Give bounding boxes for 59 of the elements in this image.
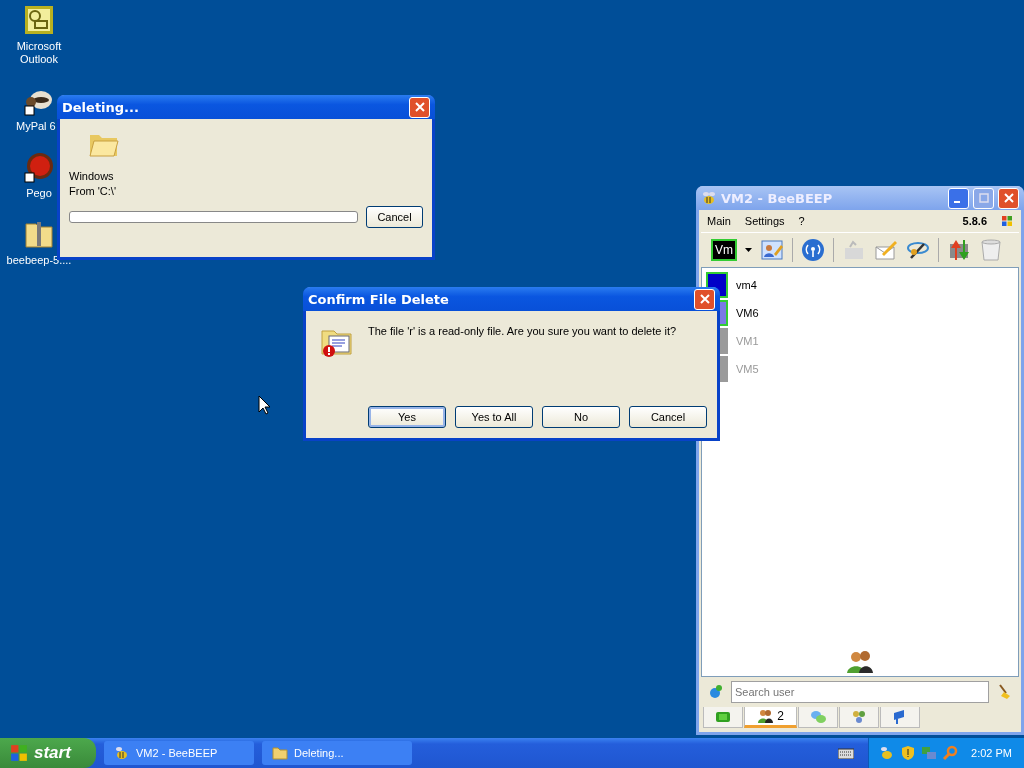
windows-logo-icon: [10, 744, 28, 762]
mouse-pointer-icon: [258, 395, 270, 415]
close-icon: [414, 102, 425, 112]
version-label: 5.8.6: [962, 215, 987, 227]
dialog-button[interactable]: Cancel: [629, 406, 707, 428]
close-icon: [699, 294, 710, 304]
desktop-icon-label: MyPal 6: [15, 120, 56, 133]
maximize-button[interactable]: [973, 187, 994, 209]
confirm-message: The file 'r' is a read-only file. Are you sure you want to delete it?: [368, 325, 677, 337]
close-icon: [1003, 193, 1014, 203]
keyboard-icon[interactable]: [838, 747, 855, 759]
taskbar-button[interactable]: Deleting...: [262, 741, 412, 765]
dialog-button[interactable]: Yes to All: [455, 406, 533, 428]
dropdown-caret-icon[interactable]: [745, 248, 752, 252]
menu-item[interactable]: Settings: [744, 215, 785, 227]
broom-icon[interactable]: [997, 684, 1013, 700]
desktop-shortcut-icon[interactable]: [23, 151, 55, 183]
window-title: VM2 - BeeBEEP: [721, 190, 833, 206]
shield-icon[interactable]: [900, 745, 917, 761]
tab[interactable]: [703, 707, 743, 728]
profile-edit-icon[interactable]: [760, 238, 784, 262]
user-avatar-button[interactable]: Vm: [711, 239, 737, 261]
bee-icon: [114, 745, 130, 761]
maximize-icon: [978, 193, 989, 203]
chat-icon: [715, 709, 731, 725]
dialog-button[interactable]: No: [542, 406, 620, 428]
search-field[interactable]: Search user: [731, 681, 989, 703]
users-icon: [845, 648, 875, 674]
close-button[interactable]: [409, 96, 430, 118]
desktop-icon-label: Microsoft Outlook: [15, 40, 63, 66]
windows-flag-icon: [1001, 215, 1013, 227]
folder-icon: [272, 745, 288, 761]
minimize-button[interactable]: [948, 187, 969, 209]
users-icon: [757, 708, 774, 724]
network-icon[interactable]: [801, 238, 825, 262]
status-icon[interactable]: [707, 684, 723, 700]
close-button[interactable]: [998, 187, 1019, 209]
tab[interactable]: [839, 707, 879, 728]
bee-icon: [701, 190, 717, 206]
close-button[interactable]: [694, 288, 715, 310]
transfer-arrows-icon[interactable]: [947, 238, 971, 262]
desktop-icon-label: beebeep-5....: [5, 254, 73, 267]
cancel-button[interactable]: Cancel: [366, 206, 423, 228]
start-button[interactable]: start: [0, 738, 96, 768]
menu-item[interactable]: Main: [707, 215, 731, 227]
tab[interactable]: 2: [744, 707, 797, 728]
window-title: Confirm File Delete: [308, 291, 449, 307]
item-name: Windows: [69, 170, 115, 182]
clock: 2:02 PM: [971, 747, 1012, 759]
group-icon: [851, 709, 867, 725]
minimize-icon: [954, 201, 960, 203]
tab[interactable]: [880, 707, 920, 728]
desktop-shortcut-icon[interactable]: [23, 4, 55, 36]
window-title: Deleting...: [62, 99, 140, 115]
dialog-button[interactable]: Yes: [368, 406, 446, 428]
taskbar-button[interactable]: VM2 - BeeBEEP: [104, 741, 254, 765]
menu-item[interactable]: ?: [798, 215, 805, 227]
speech-bubbles-icon: [810, 709, 826, 725]
source-path: From 'C:\': [69, 185, 117, 197]
